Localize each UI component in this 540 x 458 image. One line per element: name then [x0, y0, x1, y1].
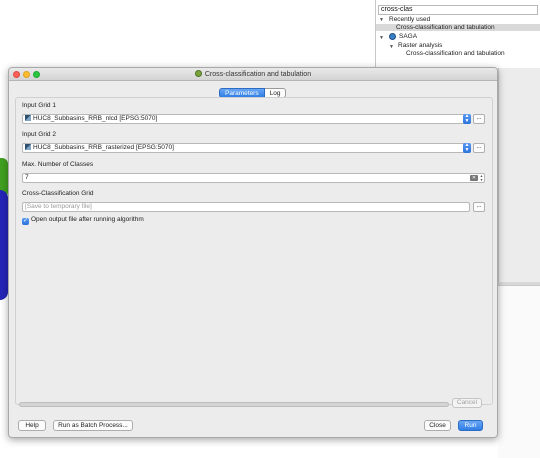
output-grid-browse-button[interactable]: ... [473, 202, 485, 212]
expand-raster-analysis-icon[interactable]: ▼ [389, 44, 394, 50]
output-grid-field[interactable]: [Save to temporary file] [22, 202, 470, 212]
raster-layer-icon [25, 115, 31, 121]
toolbox-search-input[interactable]: cross-clas [378, 5, 538, 15]
run-button[interactable]: Run [458, 420, 483, 431]
open-output-label: Open output file after running algorithm [31, 216, 144, 223]
input-grid-1-value: HUC8_Subbasins_RRB_nlcd [EPSG:5070] [33, 115, 158, 122]
max-classes-value: 7 [25, 174, 29, 181]
clear-value-icon[interactable]: ✕ [470, 175, 478, 181]
help-button[interactable]: Help [18, 420, 46, 431]
input-grid-2-combo[interactable]: HUC8_Subbasins_RRB_rasterized [EPSG:5070… [22, 143, 470, 153]
close-button[interactable]: Close [424, 420, 451, 431]
input-grid-1-browse-button[interactable]: ... [473, 114, 485, 124]
spin-arrows-icon[interactable]: ▲ ▼ [479, 174, 484, 182]
tree-item-saga[interactable]: SAGA [399, 33, 417, 40]
input-grid-1-label: Input Grid 1 [22, 102, 56, 109]
input-grid-2-label: Input Grid 2 [22, 131, 56, 138]
max-classes-spinbox[interactable]: 7 ✕ ▲ ▼ [22, 173, 485, 183]
dialog-title-text: Cross-classification and tabulation [204, 71, 312, 78]
input-grid-2-dropdown-icon[interactable]: ▲ ▼ [463, 143, 471, 153]
output-grid-label: Cross-Classification Grid [22, 190, 94, 197]
tree-item-recently-used[interactable]: Recently used [389, 16, 430, 23]
expand-saga-icon[interactable]: ▼ [379, 35, 384, 41]
progress-bar [19, 402, 449, 407]
saga-icon [389, 33, 396, 40]
run-as-batch-button[interactable]: Run as Batch Process... [53, 420, 133, 431]
max-classes-label: Max. Number of Classes [22, 161, 94, 168]
map-canvas-feature [0, 190, 8, 300]
tree-item-recent-cross-classification[interactable]: Cross-classification and tabulation [376, 24, 540, 31]
tree-item-raster-analysis[interactable]: Raster analysis [398, 42, 442, 49]
cancel-button[interactable]: Cancel [452, 398, 482, 408]
input-grid-2-value: HUC8_Subbasins_RRB_rasterized [EPSG:5070… [33, 144, 174, 151]
tree-item-saga-cross-classification[interactable]: Cross-classification and tabulation [406, 50, 505, 57]
lower-dock-panel [498, 285, 540, 458]
raster-layer-icon [25, 144, 31, 150]
expand-recently-used-icon[interactable]: ▼ [379, 17, 384, 23]
checkbox-checked-icon[interactable]: ✓ [22, 218, 29, 225]
input-grid-2-browse-button[interactable]: ... [473, 143, 485, 153]
parameters-panel: Input Grid 1 HUC8_Subbasins_RRB_nlcd [EP… [15, 97, 493, 405]
open-output-checkbox-row[interactable]: ✓ Open output file after running algorith… [22, 216, 144, 225]
input-grid-1-dropdown-icon[interactable]: ▲ ▼ [463, 114, 471, 124]
dialog-title: Cross-classification and tabulation [9, 70, 497, 78]
dialog-titlebar: Cross-classification and tabulation [9, 68, 497, 81]
qgis-icon [194, 70, 202, 77]
cross-classification-dialog: Cross-classification and tabulation Para… [8, 67, 498, 438]
input-grid-1-combo[interactable]: HUC8_Subbasins_RRB_nlcd [EPSG:5070] [22, 114, 470, 124]
